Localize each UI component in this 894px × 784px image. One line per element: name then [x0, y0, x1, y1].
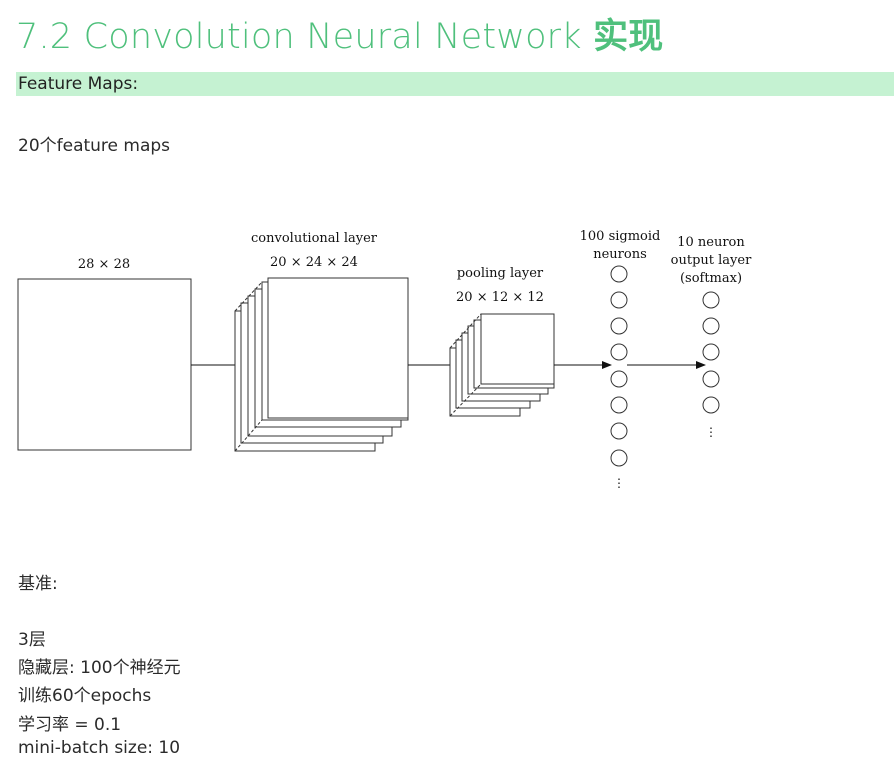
input-size-label: 28 × 28 — [78, 257, 130, 272]
hidden-ellipsis: ⋮ — [613, 476, 625, 490]
conv-size-label: 20 × 24 × 24 — [270, 255, 358, 270]
baseline-heading: 基准: — [18, 574, 58, 594]
baseline-line-hidden: 隐藏层: 100个神经元 — [18, 658, 181, 678]
pool-layer-label: pooling layer — [457, 266, 544, 281]
output-neuron-column — [702, 291, 720, 414]
hidden-layer-label-1: 100 sigmoid — [580, 229, 661, 244]
output-layer-label-2: output layer — [671, 253, 752, 268]
conv-feature-map-stack — [234, 277, 409, 452]
output-layer-label-3: (softmax) — [680, 271, 742, 286]
input-image-box — [17, 278, 192, 451]
hidden-layer-label-2: neurons — [593, 247, 647, 262]
pool-size-label: 20 × 12 × 12 — [456, 290, 544, 305]
baseline-line-learning-rate: 学习率 = 0.1 — [18, 715, 122, 735]
output-layer-label-1: 10 neuron — [677, 235, 745, 250]
pool-feature-map-stack — [449, 313, 555, 417]
baseline-line-layers: 3层 — [18, 630, 46, 650]
conv-layer-label: convolutional layer — [251, 231, 378, 246]
baseline-line-batch-size: mini-batch size: 10 — [18, 738, 181, 758]
hidden-neuron-column — [610, 265, 628, 467]
output-ellipsis: ⋮ — [705, 425, 717, 439]
baseline-line-epochs: 训练60个epochs — [18, 686, 152, 706]
